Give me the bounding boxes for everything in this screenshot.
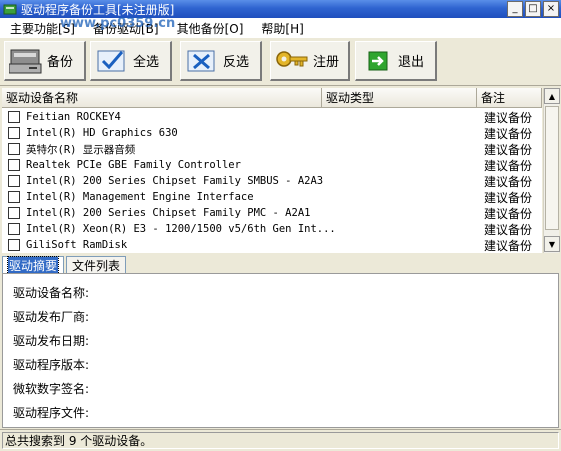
select-all-label: 全选 xyxy=(133,55,160,70)
menu-backup-drivers[interactable]: 备份驱动[B] xyxy=(93,20,159,37)
driver-details-panel: 驱动设备名称: 驱动发布厂商: 驱动发布日期: 驱动程序版本: 微软数字签名: … xyxy=(2,273,559,428)
menu-main-functions[interactable]: 主要功能[S] xyxy=(10,20,75,37)
menu-help[interactable]: 帮助[H] xyxy=(261,20,303,37)
exit-icon xyxy=(360,46,394,76)
list-row[interactable]: 英特尔(R) 显示器音频 建议备份 xyxy=(2,141,542,157)
tab-file-list-label: 文件列表 xyxy=(72,258,121,273)
list-row[interactable]: Realtek PCIe GBE Family Controller 建议备份 xyxy=(2,157,542,173)
row-checkbox[interactable] xyxy=(8,223,20,235)
backup-button[interactable]: 备份 xyxy=(4,41,86,81)
row-note: 建议备份 xyxy=(484,126,533,141)
list-scrollbar[interactable]: ▲ ▼ xyxy=(543,88,560,253)
row-checkbox[interactable] xyxy=(8,127,20,139)
row-note: 建议备份 xyxy=(484,110,533,125)
list-row[interactable]: Intel(R) 200 Series Chipset Family SMBUS… xyxy=(2,173,542,189)
device-name: Intel(R) HD Graphics 630 xyxy=(26,127,178,139)
exit-button[interactable]: 退出 xyxy=(355,41,437,81)
list-row[interactable]: Intel(R) HD Graphics 630 建议备份 xyxy=(2,125,542,141)
row-checkbox[interactable] xyxy=(8,191,20,203)
row-checkbox[interactable] xyxy=(8,143,20,155)
device-name: GiliSoft RamDisk xyxy=(26,239,128,251)
detail-signature: 微软数字签名: xyxy=(13,382,90,396)
menu-other-backup[interactable]: 其他备份[O] xyxy=(177,20,244,37)
register-label: 注册 xyxy=(313,55,340,70)
column-note[interactable]: 备注 xyxy=(477,88,542,108)
row-note: 建议备份 xyxy=(484,142,533,157)
minimize-button[interactable]: _ xyxy=(507,1,523,17)
row-checkbox[interactable] xyxy=(8,175,20,187)
row-note: 建议备份 xyxy=(484,174,533,189)
invert-selection-button[interactable]: 反选 xyxy=(180,41,262,81)
device-name: Intel(R) Xeon(R) E3 - 1200/1500 v5/6th G… xyxy=(26,223,336,235)
register-button[interactable]: 注册 xyxy=(270,41,350,81)
computer-icon xyxy=(9,46,43,76)
row-checkbox[interactable] xyxy=(8,111,20,123)
tab-driver-summary[interactable]: 驱动摘要 xyxy=(2,255,65,275)
device-name: Intel(R) 200 Series Chipset Family SMBUS… xyxy=(26,175,324,187)
device-name: Feitian ROCKEY4 xyxy=(26,111,121,123)
scroll-down-icon[interactable]: ▼ xyxy=(544,236,560,252)
title-bar: 驱动程序备份工具[未注册版] _ □ × xyxy=(0,0,561,18)
device-name: Realtek PCIe GBE Family Controller xyxy=(26,159,241,171)
row-checkbox[interactable] xyxy=(8,159,20,171)
detail-vendor: 驱动发布厂商: xyxy=(13,310,90,324)
list-header: 驱动设备名称 驱动类型 备注 xyxy=(2,88,542,108)
exit-label: 退出 xyxy=(398,55,425,70)
close-button[interactable]: × xyxy=(543,1,559,17)
tab-file-list[interactable]: 文件列表 xyxy=(66,256,127,273)
column-device-name[interactable]: 驱动设备名称 xyxy=(2,88,322,108)
backup-label: 备份 xyxy=(47,55,74,70)
list-row[interactable]: GiliSoft RamDisk 建议备份 xyxy=(2,237,542,253)
select-all-button[interactable]: 全选 xyxy=(90,41,172,81)
detail-files: 驱动程序文件: xyxy=(13,406,90,420)
toolbar: 备份 全选 反选 注册 退出 xyxy=(0,38,561,86)
list-row[interactable]: Feitian ROCKEY4 建议备份 xyxy=(2,109,542,125)
detail-version: 驱动程序版本: xyxy=(13,358,90,372)
device-name: Intel(R) 200 Series Chipset Family PMC -… xyxy=(26,207,311,219)
device-name: Intel(R) Management Engine Interface xyxy=(26,191,254,203)
detail-tabs: 驱动摘要 文件列表 xyxy=(2,255,128,275)
scroll-thumb[interactable] xyxy=(545,106,559,230)
app-icon xyxy=(3,4,17,15)
maximize-button[interactable]: □ xyxy=(525,1,541,17)
row-note: 建议备份 xyxy=(484,190,533,205)
menu-bar: 主要功能[S] 备份驱动[B] 其他备份[O] 帮助[H] www.pc0359… xyxy=(0,16,561,38)
invert-label: 反选 xyxy=(223,55,250,70)
row-checkbox[interactable] xyxy=(8,239,20,251)
list-row[interactable]: Intel(R) Management Engine Interface 建议备… xyxy=(2,189,542,205)
row-checkbox[interactable] xyxy=(8,207,20,219)
row-note: 建议备份 xyxy=(484,222,533,237)
checkmark-icon xyxy=(95,46,129,76)
key-icon xyxy=(275,46,309,76)
detail-device-name: 驱动设备名称: xyxy=(13,286,90,300)
status-text: 总共搜索到 9 个驱动设备。 xyxy=(2,432,559,449)
driver-list: Feitian ROCKEY4 建议备份 Intel(R) HD Graphic… xyxy=(2,108,542,253)
window-controls: _ □ × xyxy=(507,1,559,17)
device-name: 英特尔(R) 显示器音频 xyxy=(26,143,136,156)
tab-driver-summary-label: 驱动摘要 xyxy=(6,255,60,275)
detail-release-date: 驱动发布日期: xyxy=(13,334,90,348)
window-title: 驱动程序备份工具[未注册版] xyxy=(21,2,175,17)
status-bar: 总共搜索到 9 个驱动设备。 xyxy=(0,429,561,451)
invert-icon xyxy=(185,46,219,76)
row-note: 建议备份 xyxy=(484,158,533,173)
row-note: 建议备份 xyxy=(484,206,533,221)
row-note: 建议备份 xyxy=(484,238,533,253)
list-row[interactable]: Intel(R) Xeon(R) E3 - 1200/1500 v5/6th G… xyxy=(2,221,542,237)
column-driver-type[interactable]: 驱动类型 xyxy=(322,88,477,108)
list-row[interactable]: Intel(R) 200 Series Chipset Family PMC -… xyxy=(2,205,542,221)
scroll-up-icon[interactable]: ▲ xyxy=(544,88,560,104)
